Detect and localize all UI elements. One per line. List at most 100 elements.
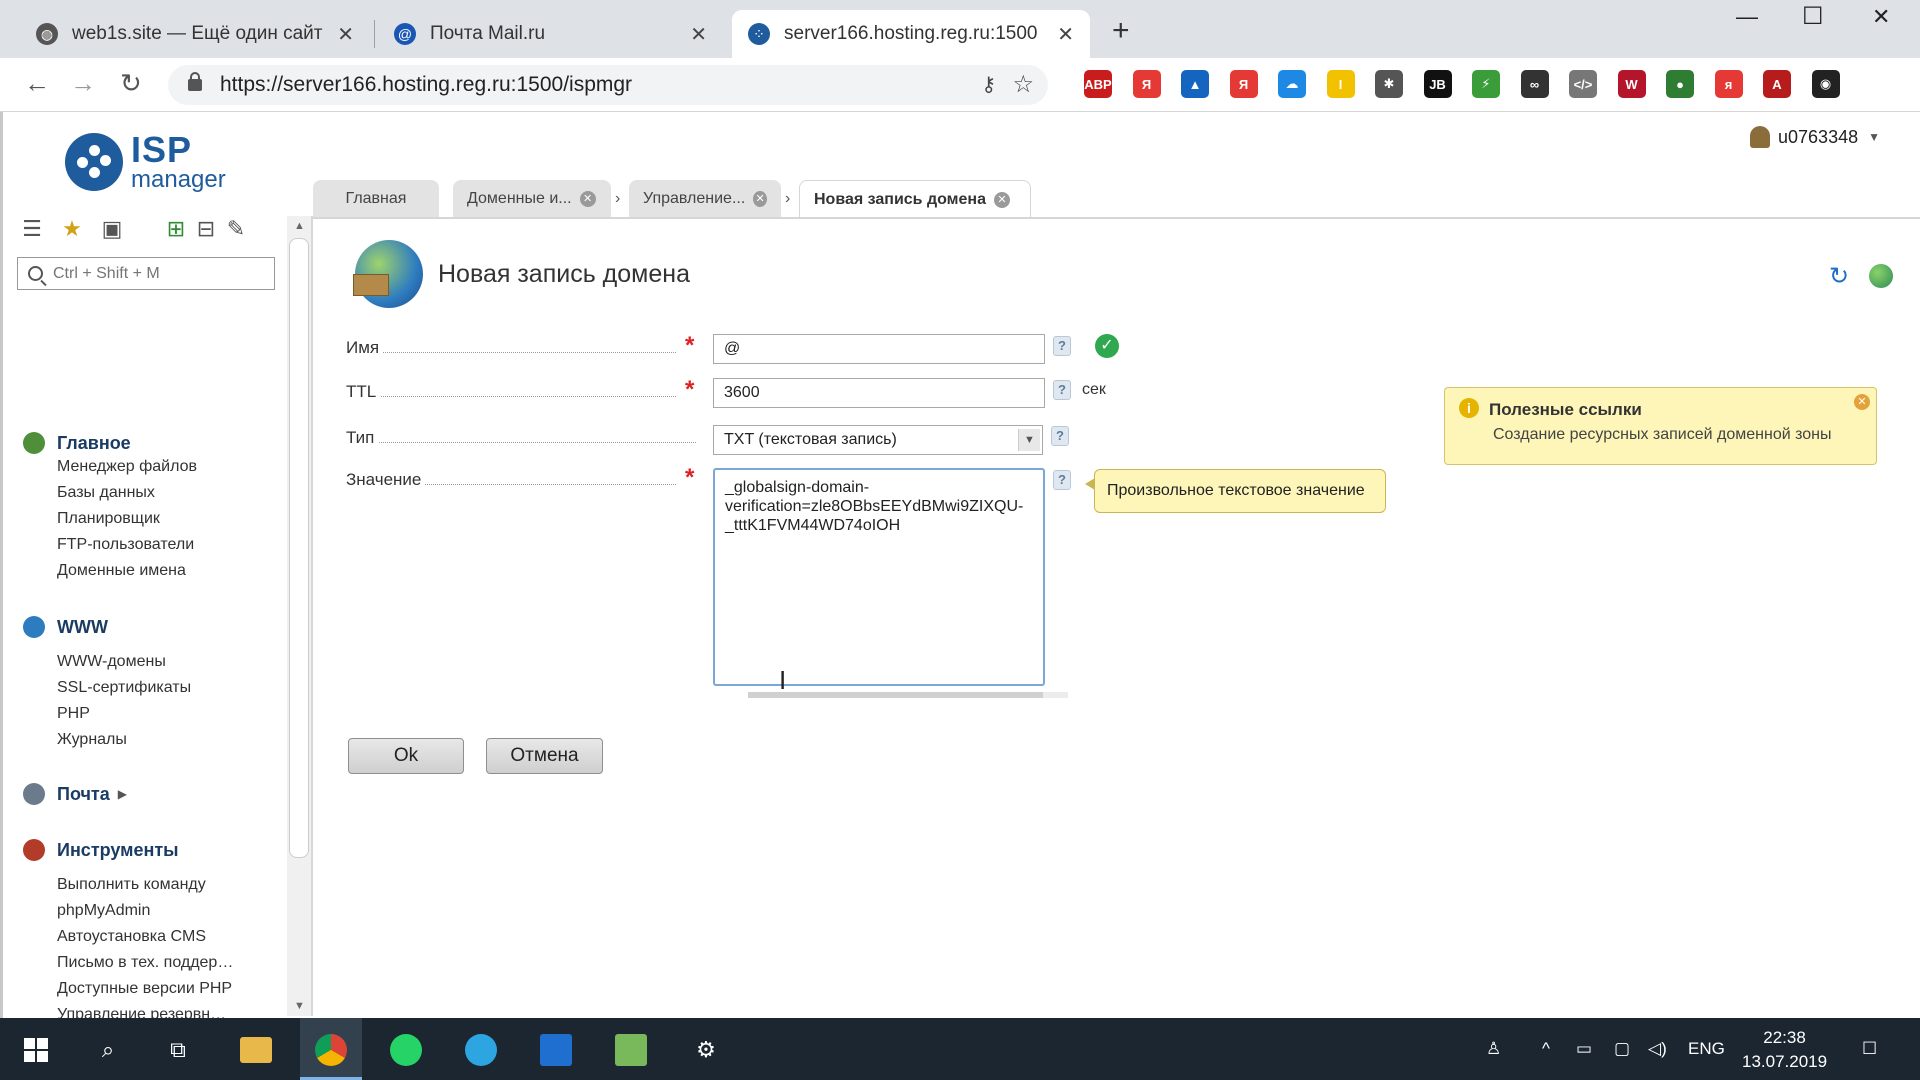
key-icon[interactable]: ⚷ — [981, 72, 996, 97]
extension-icon[interactable]: ⚡ — [1472, 70, 1500, 98]
sidebar-scrollbar[interactable]: ▲ ▼ — [287, 216, 311, 1016]
network-icon[interactable]: ▢ — [1614, 1039, 1630, 1059]
minimize-icon[interactable]: — — [1736, 4, 1758, 30]
clock[interactable]: 22:38 13.07.2019 — [1742, 1026, 1827, 1074]
textarea-hscrollbar[interactable] — [748, 692, 1068, 698]
search-input[interactable] — [53, 264, 253, 283]
close-icon[interactable]: ✕ — [1057, 22, 1074, 47]
help-icon[interactable]: ? — [1053, 336, 1071, 356]
sidebar-group-0[interactable]: Главное — [23, 432, 131, 454]
browser-tab-mail[interactable]: @ Почта Mail.ru ✕ — [378, 10, 723, 58]
people-icon[interactable]: ♙ — [1486, 1039, 1501, 1059]
refresh-icon[interactable]: ↻ — [1829, 262, 1849, 291]
sidebar-group-2[interactable]: Почта ▶ — [23, 783, 127, 805]
sidebar-item[interactable]: Доменные имена — [57, 562, 186, 580]
task-view-icon[interactable]: ⧉ — [158, 1030, 198, 1070]
extension-icon[interactable]: ● — [1666, 70, 1694, 98]
sidebar-item[interactable]: Журналы — [57, 731, 127, 749]
help-icon[interactable]: ? — [1053, 470, 1071, 490]
scroll-down-icon[interactable]: ▼ — [294, 1000, 305, 1012]
extension-icon[interactable]: Я — [1229, 70, 1258, 98]
tab-management[interactable]: Управление... ✕ — [629, 180, 781, 218]
whatsapp-icon[interactable] — [386, 1030, 426, 1070]
sidebar-divider[interactable] — [311, 216, 313, 1016]
close-icon[interactable]: ✕ — [337, 22, 354, 47]
tab-close-icon[interactable]: ✕ — [753, 191, 767, 207]
sidebar-item[interactable]: Менеджер файлов — [57, 458, 197, 476]
language-indicator[interactable]: ENG — [1688, 1039, 1725, 1059]
tab-close-icon[interactable]: ✕ — [993, 191, 1010, 208]
type-select[interactable]: TXT (текстовая запись) ▼ — [713, 425, 1043, 455]
extension-icon[interactable]: W — [1617, 70, 1646, 98]
ok-button[interactable]: Ok — [348, 738, 464, 774]
url-text[interactable]: https://server166.hosting.reg.ru:1500/is… — [220, 73, 632, 97]
extension-icon[interactable]: ☁ — [1278, 70, 1306, 98]
ttl-input[interactable] — [713, 378, 1045, 408]
sidebar-item[interactable]: Письмо в тех. поддер… — [57, 954, 233, 972]
briefcase-icon[interactable]: ▣ — [99, 216, 125, 242]
name-input[interactable] — [713, 334, 1045, 364]
browser-tab-ispmanager[interactable]: ⁘ server166.hosting.reg.ru:1500 ✕ — [732, 10, 1090, 58]
help-icon[interactable]: ? — [1051, 426, 1069, 446]
bookmark-star-icon[interactable]: ☆ — [1012, 70, 1034, 99]
sidebar-item[interactable]: FTP-пользователи — [57, 536, 194, 554]
sidebar-group-1[interactable]: WWW — [23, 616, 108, 638]
notepad-icon[interactable] — [611, 1030, 651, 1070]
reload-icon[interactable]: ↻ — [120, 68, 142, 99]
pin-icon[interactable]: ✎ — [223, 216, 249, 242]
sidebar-item[interactable]: Базы данных — [57, 484, 155, 502]
windows-start-icon[interactable] — [24, 1038, 48, 1062]
extension-icon[interactable]: A — [1763, 70, 1791, 98]
sidebar-item[interactable]: PHP — [57, 705, 90, 723]
sidebar-item[interactable]: WWW-домены — [57, 653, 166, 671]
extension-icon[interactable]: я — [1714, 70, 1743, 98]
battery-icon[interactable]: ▭ — [1576, 1039, 1592, 1059]
menu-search[interactable] — [17, 257, 275, 290]
close-window-icon[interactable]: ✕ — [1872, 4, 1890, 30]
network-globe-icon[interactable] — [1869, 264, 1893, 288]
extension-icon[interactable]: ABP — [1084, 70, 1112, 98]
maximize-icon[interactable]: ☐ — [1802, 2, 1824, 31]
extension-icon[interactable]: ◉ — [1811, 70, 1840, 98]
search-icon[interactable]: ⌕ — [88, 1030, 128, 1070]
favorites-star-icon[interactable]: ★ — [59, 216, 85, 242]
tab-domain-names[interactable]: Доменные и... ✕ — [453, 180, 611, 218]
sidebar-item[interactable]: Планировщик — [57, 510, 160, 528]
volume-icon[interactable]: ◁) — [1648, 1039, 1667, 1059]
sidebar-item[interactable]: phpMyAdmin — [57, 902, 150, 920]
forward-icon[interactable]: → — [70, 68, 96, 99]
chrome-icon[interactable] — [311, 1030, 351, 1070]
value-textarea[interactable]: _globalsign-domain-verification=zle8OBbs… — [713, 468, 1045, 686]
extension-icon[interactable]: ∞ — [1520, 70, 1549, 98]
tab-home[interactable]: Главная — [313, 180, 439, 218]
address-bar[interactable]: https://server166.hosting.reg.ru:1500/is… — [168, 65, 1048, 105]
back-icon[interactable]: ← — [24, 68, 50, 99]
expand-all-icon[interactable]: ⊞ — [163, 216, 189, 242]
file-explorer-icon[interactable] — [236, 1030, 276, 1070]
close-icon[interactable]: ✕ — [690, 22, 707, 47]
chevron-up-icon[interactable]: ^ — [1542, 1039, 1550, 1059]
notifications-icon[interactable]: ☐ — [1862, 1039, 1877, 1059]
close-icon[interactable]: ✕ — [1854, 394, 1870, 410]
menu-tree-icon[interactable]: ☰ — [19, 216, 45, 242]
extension-icon[interactable]: </> — [1569, 70, 1597, 98]
extension-icon[interactable]: I — [1326, 70, 1355, 98]
extension-icon[interactable]: JB — [1423, 70, 1452, 98]
dropdown-arrow-icon[interactable]: ▼ — [1018, 429, 1040, 451]
scrollbar-thumb[interactable] — [289, 238, 309, 858]
sidebar-item[interactable]: Выполнить команду — [57, 876, 206, 894]
sidebar-item[interactable]: Автоустановка CMS — [57, 928, 206, 946]
browser-tab-web1s[interactable]: ◍ web1s.site — Ещё один сайт на ✕ — [20, 10, 370, 58]
collapse-all-icon[interactable]: ⊟ — [193, 216, 219, 242]
app-icon[interactable] — [536, 1030, 576, 1070]
user-menu[interactable]: u0763348 ▼ — [1750, 126, 1880, 148]
isp-manager-logo[interactable]: ISP manager — [65, 132, 226, 192]
tab-close-icon[interactable]: ✕ — [579, 191, 596, 207]
extension-icon[interactable]: Я — [1132, 70, 1161, 98]
sidebar-item[interactable]: SSL-сертификаты — [57, 679, 191, 697]
sidebar-group-3[interactable]: Инструменты — [23, 839, 179, 861]
sidebar-item[interactable]: Доступные версии PHP — [57, 980, 232, 998]
extension-icon[interactable]: ▲ — [1181, 70, 1209, 98]
cancel-button[interactable]: Отмена — [486, 738, 603, 774]
settings-gear-icon[interactable]: ⚙ — [686, 1030, 726, 1070]
